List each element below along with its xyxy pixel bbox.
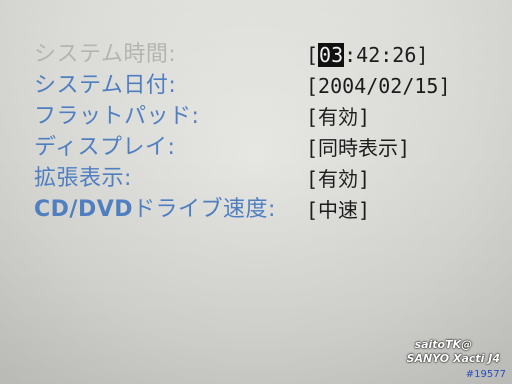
extended-display-value: 有効 [318, 167, 359, 191]
setting-label-display: ディスプレイ: [34, 135, 176, 160]
setting-row-flat-panel[interactable]: フラットパッド: [有効] [34, 104, 454, 130]
setting-label-drive-speed: CD/DVDドライブ速度: [34, 197, 276, 223]
setting-row-system-date[interactable]: システム日付: [2004/02/15] [34, 73, 454, 99]
drive-speed-label: ドライブ速度: [133, 197, 276, 222]
bracket-close: ] [438, 74, 451, 98]
bracket-close: ] [358, 105, 371, 129]
setting-value-system-time[interactable]: [03:42:26] [306, 42, 428, 68]
edit-cursor[interactable]: 03 [318, 43, 345, 67]
bracket-open: [ [306, 43, 319, 67]
watermark-author: saitoTK@ [414, 338, 473, 351]
display-value: 同時表示 [318, 136, 399, 160]
bracket-close: ] [358, 198, 371, 222]
setting-row-extended-display[interactable]: 拡張表示: [有効] [34, 166, 454, 192]
setting-label-flat-panel: フラットパッド: [34, 104, 200, 129]
bracket-open: [ [306, 198, 319, 222]
watermark-camera: SANYO Xacti J4 [406, 352, 500, 365]
setting-value-display[interactable]: [同時表示] [306, 135, 410, 161]
bracket-close: ] [358, 167, 371, 191]
date-value: 2004/02/15 [318, 74, 439, 98]
setting-row-display[interactable]: ディスプレイ: [同時表示] [34, 135, 454, 161]
setting-label-system-date: システム日付: [34, 73, 177, 98]
bracket-open: [ [306, 167, 319, 191]
bracket-open: [ [306, 105, 319, 129]
bracket-open: [ [306, 136, 319, 160]
cd-dvd-label: CD/DVD [34, 197, 133, 222]
setting-row-drive-speed[interactable]: CD/DVDドライブ速度: [中速] [34, 197, 454, 223]
setting-label-system-time: システム時間: [34, 42, 177, 67]
setting-value-flat-panel[interactable]: [有効] [306, 104, 370, 130]
photo-id-label: #19577 [465, 369, 506, 380]
flat-panel-value: 有効 [318, 105, 359, 129]
bracket-close: ] [398, 136, 411, 160]
time-remainder: :42:26 [344, 43, 417, 67]
drive-speed-value: 中速 [318, 198, 359, 222]
setting-label-extended-display: 拡張表示: [34, 166, 132, 191]
setting-value-system-date[interactable]: [2004/02/15] [306, 73, 451, 99]
photo-watermark: saitoTK@ SANYO Xacti J4 [407, 338, 500, 366]
settings-list: システム時間: [03:42:26] システム日付: [2004/02/15] … [34, 42, 454, 222]
bracket-close: ] [416, 43, 429, 67]
setting-value-drive-speed[interactable]: [中速] [306, 197, 370, 223]
bracket-open: [ [306, 74, 319, 98]
setting-row-system-time[interactable]: システム時間: [03:42:26] [34, 42, 454, 68]
setting-value-extended-display[interactable]: [有効] [306, 166, 370, 192]
